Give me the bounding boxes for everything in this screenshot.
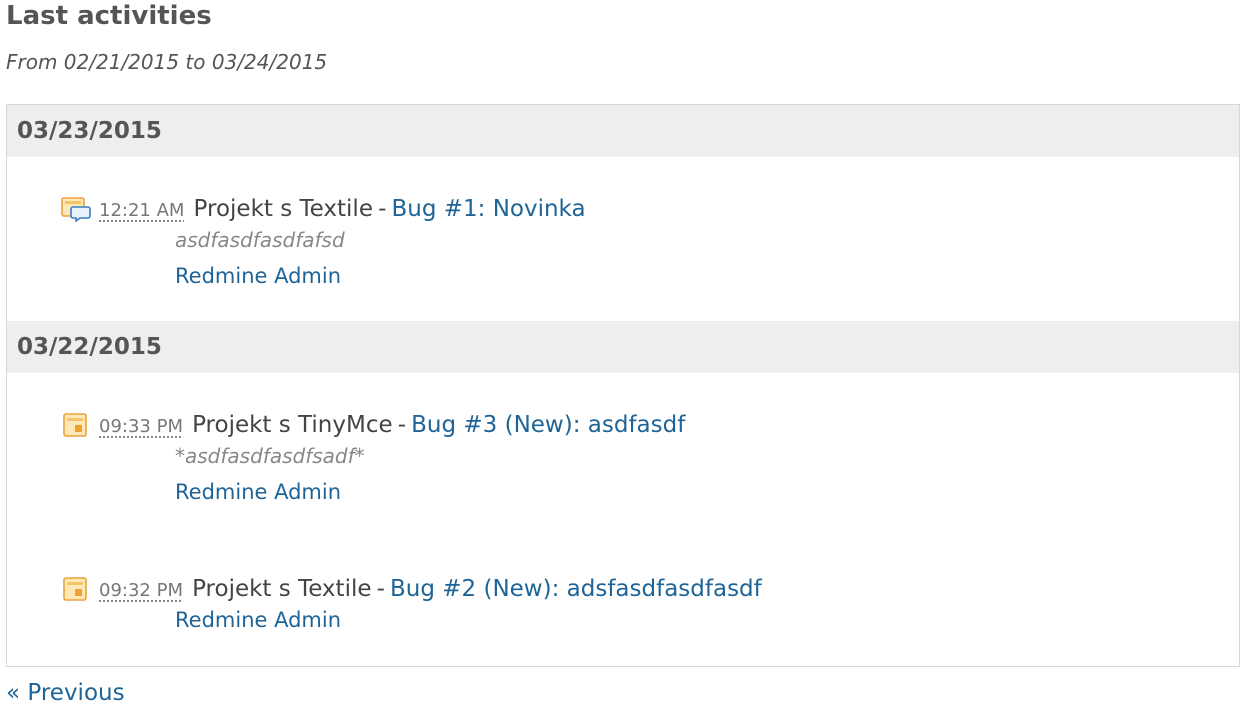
entry-project: Projekt s Textile (193, 196, 373, 222)
day-header: 03/22/2015 (7, 321, 1239, 373)
entry-author-link[interactable]: Redmine Admin (175, 477, 341, 507)
entry-title-line: 12:21 AM Projekt s Textile - Bug #1: Nov… (99, 191, 586, 227)
issue-link[interactable]: Bug #3 (New): asdfasdf (411, 412, 685, 438)
entry-project: Projekt s TinyMce (192, 412, 393, 438)
entry-description: *asdfasdfasdfsadf* (175, 444, 365, 468)
entry-title-line: 09:33 PM Projekt s TinyMce - Bug #3 (New… (99, 407, 685, 443)
activity-list: 03/23/2015 12:21 AM Projekt s Textile - … (6, 104, 1240, 667)
entry-author-link[interactable]: Redmine Admin (175, 261, 341, 291)
activity-entry: 09:32 PM Projekt s Textile - Bug #2 (New… (7, 571, 1239, 645)
entry-description: asdfasdfasdfafsd (175, 228, 345, 252)
entry-title-line: 09:32 PM Projekt s Textile - Bug #2 (New… (99, 571, 762, 607)
page-title: Last activities (6, 1, 212, 31)
entry-separator: - (378, 196, 387, 222)
issue-link[interactable]: Bug #1: Novinka (391, 196, 585, 222)
entry-separator: - (376, 576, 385, 602)
previous-page-link[interactable]: « Previous (6, 677, 125, 709)
entry-author-link[interactable]: Redmine Admin (175, 605, 341, 635)
date-range-subtitle: From 02/21/2015 to 03/24/2015 (6, 50, 328, 74)
entry-project: Projekt s Textile (192, 576, 372, 602)
day-header: 03/23/2015 (7, 105, 1239, 157)
entry-separator: - (397, 412, 407, 438)
activity-entry: 09:33 PM Projekt s TinyMce - Bug #3 (New… (7, 407, 1239, 517)
entry-time: 09:32 PM (99, 580, 183, 601)
entry-time: 09:33 PM (99, 416, 183, 437)
entry-time: 12:21 AM (99, 200, 185, 221)
issue-icon (61, 412, 91, 438)
issue-icon (61, 576, 91, 602)
issue-link[interactable]: Bug #2 (New): adsfasdfasdfasdf (390, 576, 762, 602)
issue-note-icon (61, 196, 91, 223)
activity-entry: 12:21 AM Projekt s Textile - Bug #1: Nov… (7, 191, 1239, 301)
